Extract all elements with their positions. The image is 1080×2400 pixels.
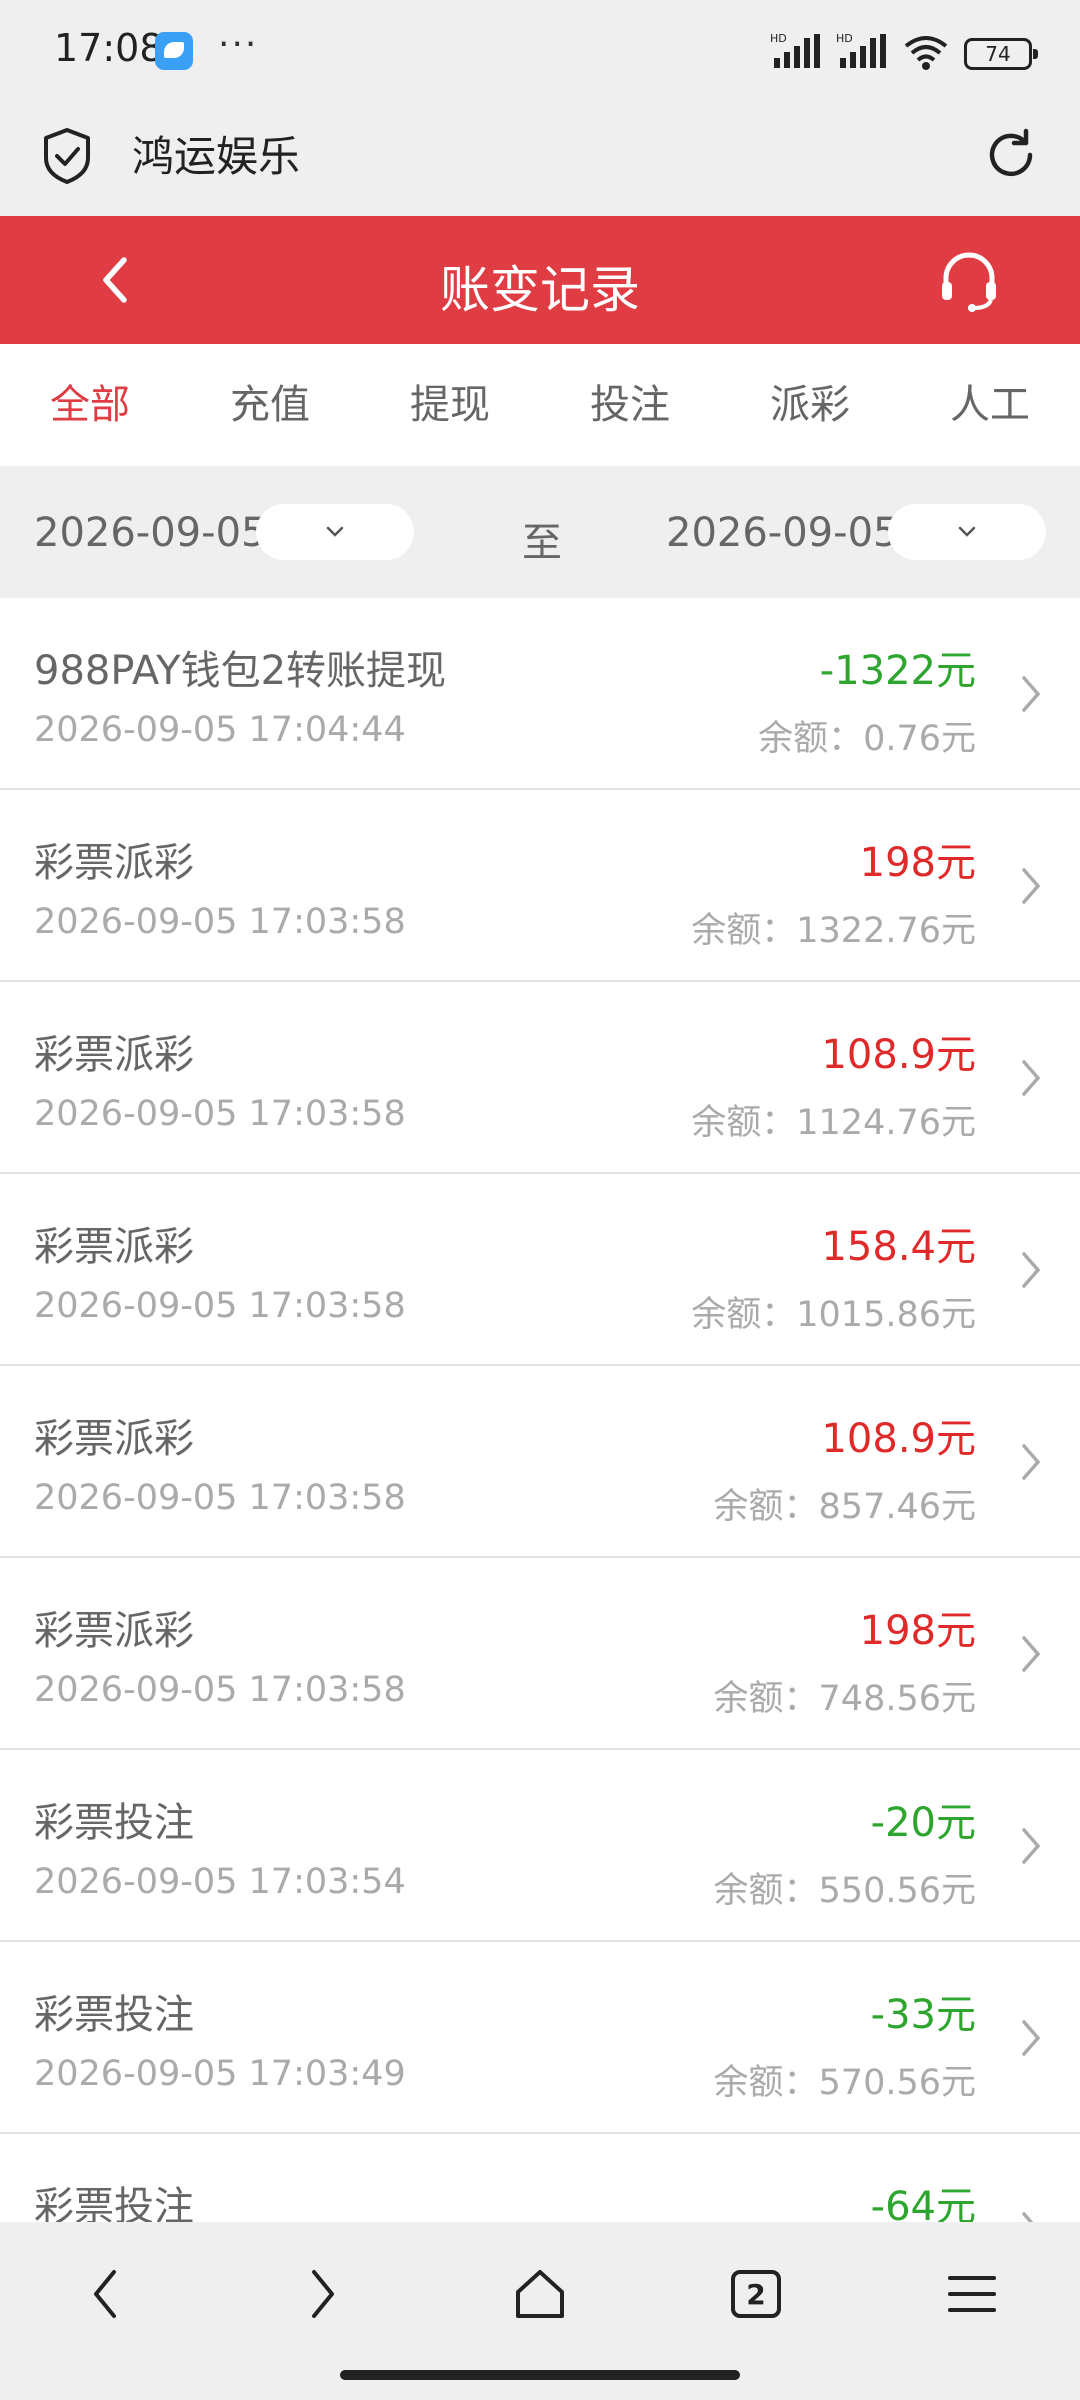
tab-bet[interactable]: 投注 [540, 344, 720, 466]
date-filter-bar: 2026-09-05 至 2026-09-05 [0, 466, 1080, 598]
headset-icon [942, 252, 996, 312]
chevron-down-icon [958, 526, 976, 537]
transaction-balance: 余额：1124.76元 [691, 1103, 976, 1143]
chevron-right-icon [1022, 868, 1041, 904]
start-date-dropdown[interactable] [256, 504, 414, 560]
transaction-title: 彩票派彩 [34, 840, 194, 886]
chevron-right-icon [1022, 1252, 1041, 1288]
menu-icon [948, 2276, 996, 2312]
tab-count-badge: 2 [731, 2270, 781, 2318]
transaction-time: 2026-09-05 17:03:49 [34, 2054, 406, 2094]
chevron-right-icon [1022, 676, 1041, 712]
chevron-right-icon [1022, 1060, 1041, 1096]
nav-back-button[interactable] [70, 2258, 142, 2330]
date-range-separator: 至 [522, 520, 562, 566]
transaction-balance: 余额：748.56元 [713, 1679, 976, 1719]
transaction-amount: -1322元 [819, 648, 976, 694]
nav-home-button[interactable] [504, 2258, 576, 2330]
transaction-row[interactable]: 988PAY钱包2转账提现 2026-09-05 17:04:44 -1322元… [0, 598, 1080, 790]
transaction-row[interactable]: 彩票派彩 2026-09-05 17:03:58 108.9元 余额：1124.… [0, 982, 1080, 1174]
nav-forward-button[interactable] [286, 2258, 358, 2330]
transaction-amount: -33元 [870, 1992, 976, 2038]
transaction-row[interactable]: 彩票投注 -64元 [0, 2134, 1080, 2222]
status-time: 17:08 [54, 26, 164, 70]
chevron-right-icon [1022, 2020, 1041, 2056]
filter-tabs: 全部 充值 提现 投注 派彩 人工 [0, 344, 1080, 466]
chevron-right-icon [312, 2270, 334, 2318]
transaction-title: 彩票派彩 [34, 1224, 194, 1270]
transaction-balance: 余额：1015.86元 [691, 1295, 976, 1335]
transaction-title: 彩票投注 [34, 1992, 194, 2038]
shield-check-icon[interactable] [40, 126, 94, 190]
chevron-right-icon [1022, 1444, 1041, 1480]
chevron-down-icon [326, 526, 344, 537]
signal-icon-2: HD [836, 32, 888, 76]
transaction-title: 彩票投注 [34, 1800, 194, 1846]
start-date-value: 2026-09-05 [34, 510, 267, 556]
chevron-right-icon [1022, 1636, 1041, 1672]
nav-tabs-button[interactable]: 2 [720, 2258, 792, 2330]
nav-menu-button[interactable] [936, 2258, 1008, 2330]
transaction-time: 2026-09-05 17:03:58 [34, 1286, 406, 1326]
transaction-time: 2026-09-05 17:03:58 [34, 1670, 406, 1710]
chevron-right-icon [1022, 2212, 1034, 2222]
transaction-row[interactable]: 彩票派彩 2026-09-05 17:03:58 198元 余额：1322.76… [0, 790, 1080, 982]
transaction-amount: -20元 [870, 1800, 976, 1846]
transaction-balance: 余额：550.56元 [713, 1871, 976, 1911]
transaction-title: 彩票派彩 [34, 1416, 194, 1462]
chevron-left-icon [94, 2270, 116, 2318]
transaction-amount: 108.9元 [821, 1416, 976, 1462]
transaction-time: 2026-09-05 17:03:54 [34, 1862, 406, 1902]
app-notification-icon [155, 32, 193, 70]
transaction-amount: 108.9元 [821, 1032, 976, 1078]
transaction-balance: 余额：0.76元 [758, 719, 976, 759]
transaction-list: 988PAY钱包2转账提现 2026-09-05 17:04:44 -1322元… [0, 598, 1080, 2222]
home-icon [516, 2270, 564, 2318]
transaction-row[interactable]: 彩票派彩 2026-09-05 17:03:58 198元 余额：748.56元 [0, 1558, 1080, 1750]
app-header: 账变记录 [0, 216, 1080, 344]
transaction-amount: 198元 [859, 840, 976, 886]
tab-withdraw[interactable]: 提现 [360, 344, 540, 466]
transaction-balance: 余额：1322.76元 [691, 911, 976, 951]
transaction-row[interactable]: 彩票派彩 2026-09-05 17:03:58 108.9元 余额：857.4… [0, 1366, 1080, 1558]
transaction-time: 2026-09-05 17:03:58 [34, 1478, 406, 1518]
transaction-time: 2026-09-05 17:04:44 [34, 710, 406, 750]
refresh-icon[interactable] [982, 126, 1040, 188]
chevron-right-icon [1022, 1828, 1041, 1864]
more-notifications-icon: ··· [218, 24, 259, 65]
transaction-balance: 余额：857.46元 [713, 1487, 976, 1527]
transaction-time: 2026-09-05 17:03:58 [34, 1094, 406, 1134]
home-indicator[interactable] [340, 2370, 740, 2380]
browser-bar: 鸿运娱乐 [0, 100, 1080, 216]
transaction-amount: 158.4元 [821, 1224, 976, 1270]
tab-payout[interactable]: 派彩 [720, 344, 900, 466]
network-type-label-2: HD [836, 32, 853, 45]
tab-all[interactable]: 全部 [0, 344, 180, 466]
transaction-amount: -64元 [870, 2184, 976, 2222]
wifi-icon [902, 32, 950, 76]
status-bar: 17:08 ··· HD HD 74 [0, 0, 1080, 100]
site-title: 鸿运娱乐 [132, 132, 301, 181]
transaction-row[interactable]: 彩票投注 2026-09-05 17:03:49 -33元 余额：570.56元 [0, 1942, 1080, 2134]
signal-icon: HD [770, 32, 822, 76]
transaction-title: 988PAY钱包2转账提现 [34, 648, 447, 694]
end-date-dropdown[interactable] [888, 504, 1046, 560]
tab-recharge[interactable]: 充值 [180, 344, 360, 466]
network-type-label: HD [770, 32, 787, 45]
transaction-amount: 198元 [859, 1608, 976, 1654]
transaction-title: 彩票投注 [34, 2184, 194, 2222]
customer-service-button[interactable] [934, 246, 1004, 316]
transaction-title: 彩票派彩 [34, 1032, 194, 1078]
transaction-row[interactable]: 彩票投注 2026-09-05 17:03:54 -20元 余额：550.56元 [0, 1750, 1080, 1942]
transaction-row[interactable]: 彩票派彩 2026-09-05 17:03:58 158.4元 余额：1015.… [0, 1174, 1080, 1366]
battery-icon: 74 [964, 38, 1038, 70]
transaction-time: 2026-09-05 17:03:58 [34, 902, 406, 942]
tab-manual[interactable]: 人工 [900, 344, 1080, 466]
page-title: 账变记录 [440, 261, 640, 319]
transaction-balance: 余额：570.56元 [713, 2063, 976, 2103]
transaction-title: 彩票派彩 [34, 1608, 194, 1654]
end-date-value: 2026-09-05 [666, 510, 899, 556]
